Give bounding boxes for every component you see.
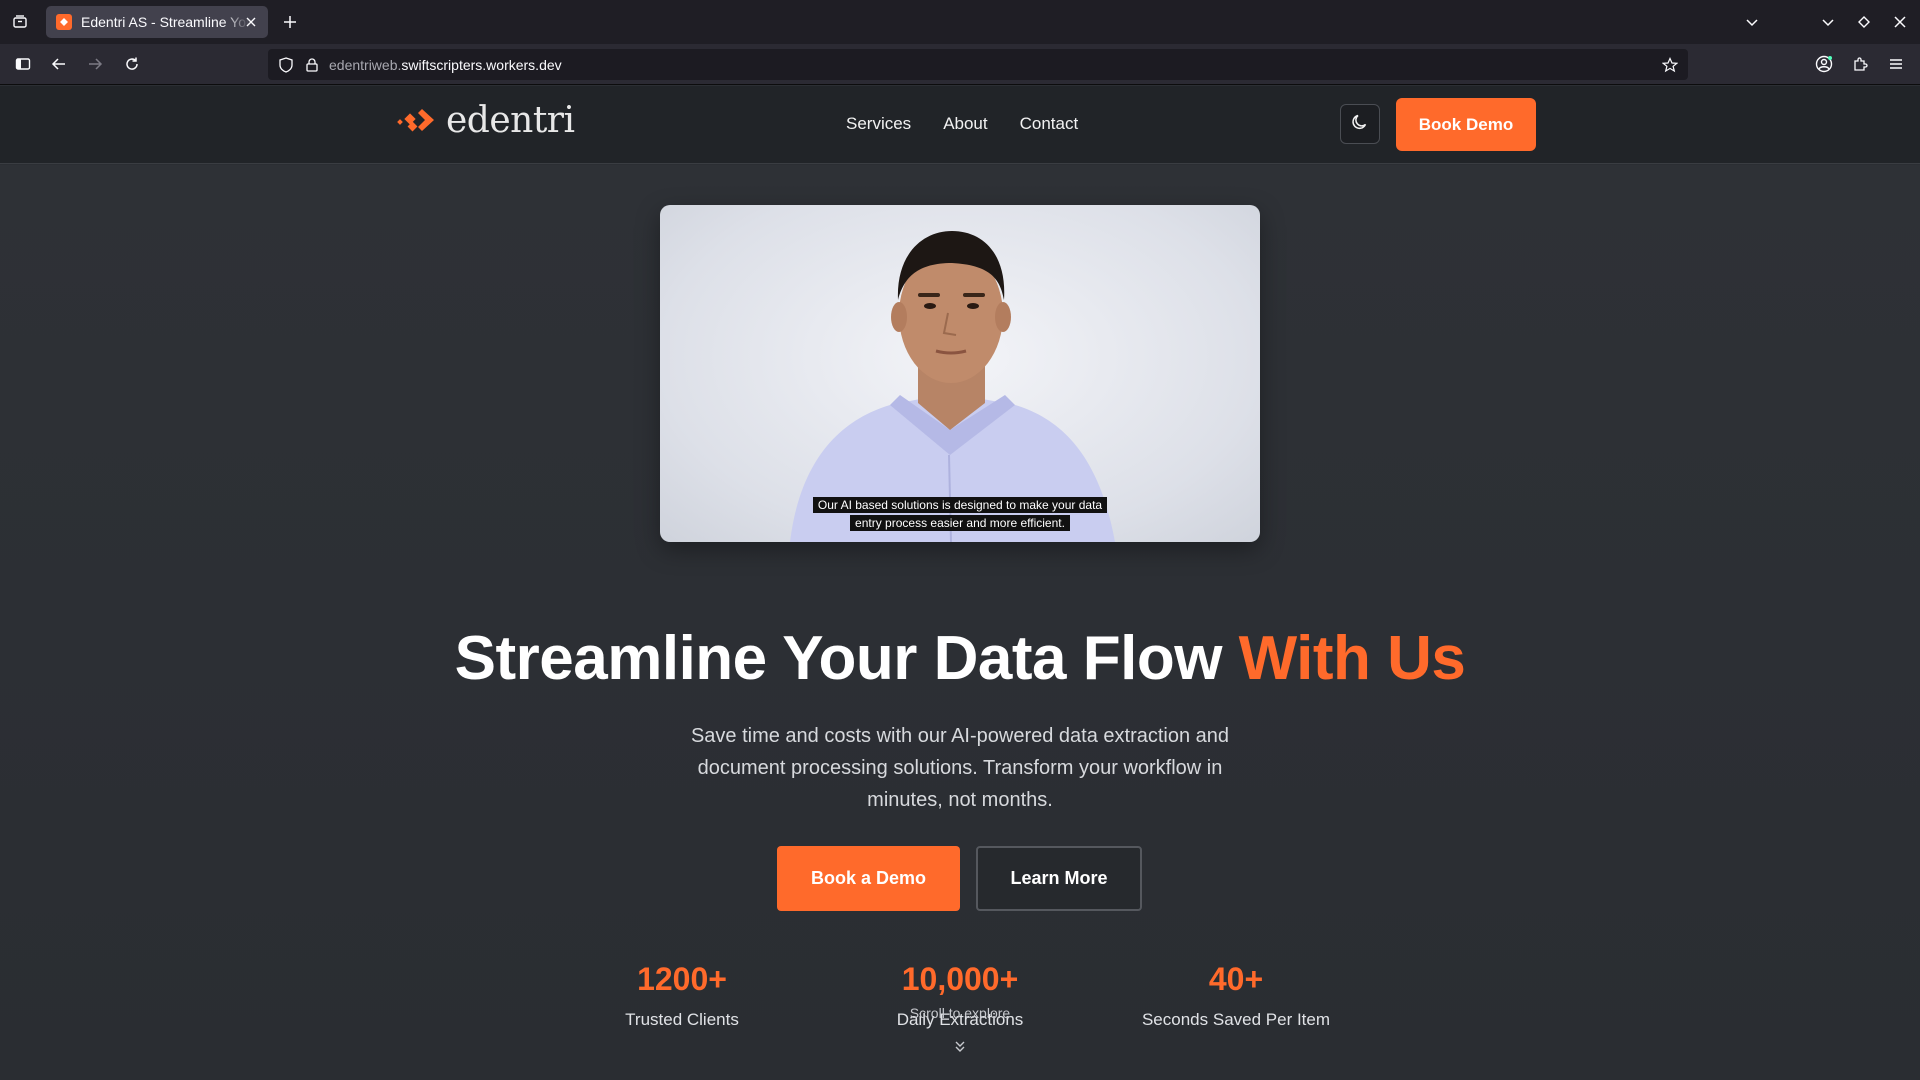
stat-value: 40+	[1208, 961, 1264, 997]
video-caption-line-1: Our AI based solutions is designed to ma…	[812, 497, 1108, 513]
browser-tab-bar: Edentri AS - Streamline Your Data Flow	[0, 0, 1920, 44]
lock-icon[interactable]	[302, 55, 322, 75]
stat-value: 1200+	[637, 961, 727, 997]
url-text[interactable]: edentriweb.swiftscripters.workers.dev	[329, 57, 562, 73]
chevron-down-icon[interactable]	[1742, 12, 1762, 32]
favicon-icon	[56, 14, 72, 30]
plus-icon[interactable]	[280, 12, 300, 32]
account-icon[interactable]	[1814, 54, 1834, 74]
tab-list-icon[interactable]	[10, 12, 30, 32]
site-header: edentri Services About Contact Book Demo	[0, 86, 1920, 164]
browser-nav-bar: edentriweb.swiftscripters.workers.dev	[0, 44, 1920, 85]
moon-icon	[1351, 113, 1369, 136]
scroll-hint: Scroll to explore	[909, 1005, 1011, 1021]
hero-subtext: Save time and costs with our AI-powered …	[690, 725, 1230, 811]
nav-link-contact[interactable]: Contact	[1020, 114, 1079, 134]
hero-section: Our AI based solutions is designed to ma…	[0, 165, 1920, 1080]
video-caption-line-2: entry process easier and more efficient.	[850, 515, 1070, 531]
learn-more-button[interactable]: Learn More	[976, 846, 1142, 911]
chevron-down-icon[interactable]	[950, 1037, 970, 1057]
stat-trusted-clients: 1200+ Trusted Clients	[552, 961, 812, 1030]
headline-accent: With Us	[1238, 624, 1466, 693]
video-caption: Our AI based solutions is designed to ma…	[660, 496, 1260, 532]
hero-headline: Streamline Your Data Flow With Us	[0, 623, 1920, 694]
close-icon[interactable]	[242, 13, 260, 31]
extensions-icon[interactable]	[1850, 54, 1870, 74]
nav-link-services[interactable]: Services	[846, 114, 911, 134]
back-arrow-icon[interactable]	[49, 54, 69, 74]
headline-main: Streamline Your Data Flow	[454, 624, 1239, 693]
browser-tab[interactable]: Edentri AS - Streamline Your Data Flow	[46, 6, 268, 38]
sidebar-icon[interactable]	[13, 54, 33, 74]
forward-arrow-icon[interactable]	[85, 54, 105, 74]
tab-title: Edentri AS - Streamline Your Data Flow	[81, 14, 249, 30]
site-logo[interactable]: edentri	[396, 99, 575, 141]
stat-seconds-saved: 40+ Seconds Saved Per Item	[1106, 961, 1366, 1030]
maximize-icon[interactable]	[1854, 12, 1874, 32]
stat-label: Seconds Saved Per Item	[1141, 1010, 1331, 1029]
stat-label: Trusted Clients	[625, 1010, 739, 1029]
reload-icon[interactable]	[122, 54, 142, 74]
stat-value: 10,000+	[901, 961, 1019, 997]
url-bar[interactable]: edentriweb.swiftscripters.workers.dev	[268, 49, 1688, 80]
menu-icon[interactable]	[1886, 54, 1906, 74]
nav-link-about[interactable]: About	[943, 114, 987, 134]
book-a-demo-button[interactable]: Book a Demo	[777, 846, 960, 911]
window-controls	[1742, 0, 1920, 44]
presenter-image	[790, 231, 1115, 542]
main-nav: Services About Contact	[846, 114, 1078, 134]
shield-icon[interactable]	[276, 55, 296, 75]
intro-video[interactable]: Our AI based solutions is designed to ma…	[660, 205, 1260, 542]
url-domain-prefix: edentriweb.	[329, 57, 402, 73]
star-icon[interactable]	[1660, 55, 1680, 75]
logo-mark-icon	[396, 105, 444, 135]
minimize-icon[interactable]	[1818, 12, 1838, 32]
url-domain: swiftscripters.workers.dev	[401, 57, 562, 73]
theme-toggle-button[interactable]	[1340, 104, 1380, 144]
close-window-icon[interactable]	[1890, 12, 1910, 32]
book-demo-button[interactable]: Book Demo	[1396, 98, 1536, 151]
logo-text: edentri	[446, 99, 575, 141]
